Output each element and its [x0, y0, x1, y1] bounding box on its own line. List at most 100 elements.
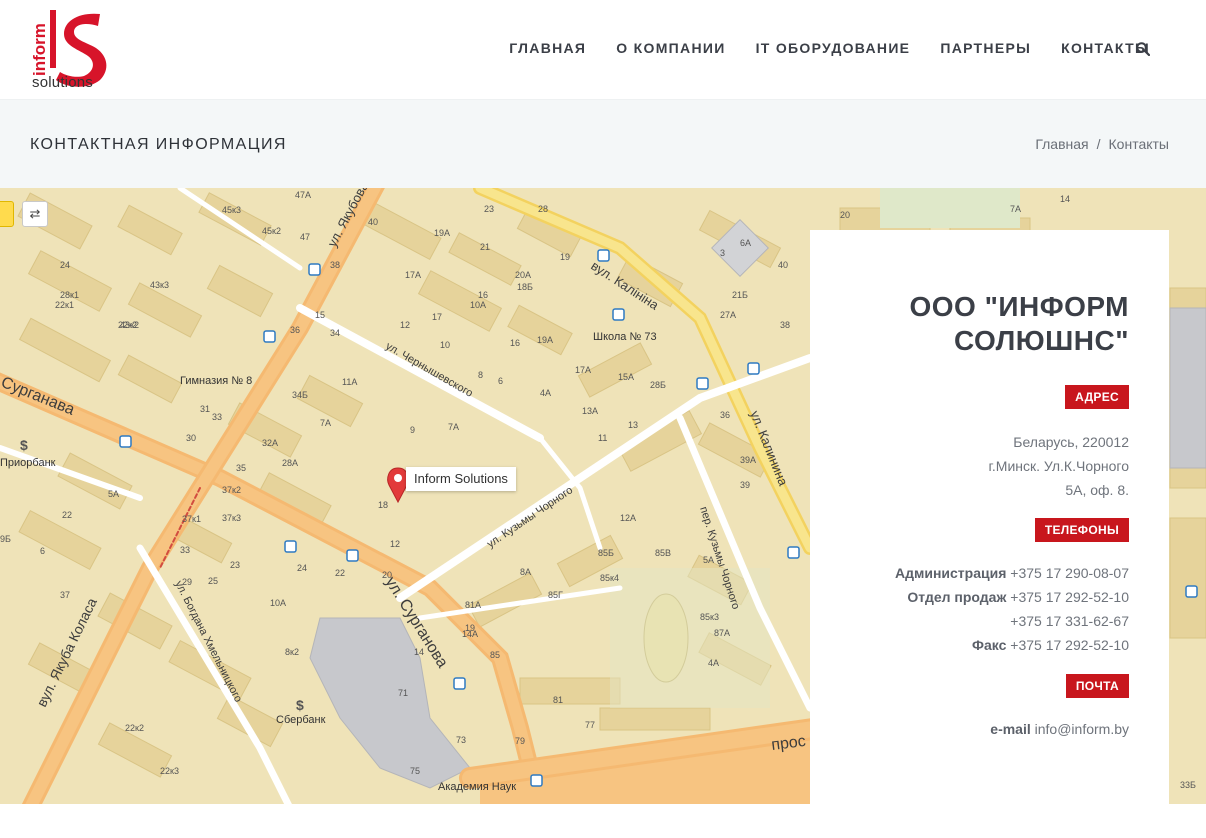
house-number-label: 29 — [182, 577, 192, 587]
house-number-label: 39А — [740, 455, 756, 465]
house-number-label: 22 — [62, 510, 72, 520]
house-number-label: 33 — [180, 545, 190, 555]
house-number-label: 12А — [620, 513, 636, 523]
house-number-label: 28Б — [650, 380, 666, 390]
house-number-label: 9Б — [0, 534, 11, 544]
phone-label: Отдел продаж — [907, 589, 1007, 605]
house-number-label: 3 — [720, 248, 725, 258]
phone-number[interactable]: +375 17 292-52-10 — [1010, 637, 1129, 653]
house-number-label: 6А — [740, 238, 751, 248]
nav-item-partners[interactable]: ПАРТНЕРЫ — [940, 40, 1031, 56]
email-link[interactable]: info@inform.by — [1035, 721, 1129, 737]
house-number-label: 14 — [1060, 194, 1070, 204]
house-number-label: 40 — [368, 217, 378, 227]
house-number-label: 22к1 — [55, 300, 74, 310]
house-number-label: 8 — [478, 370, 483, 380]
poi-label: Сбербанк — [276, 714, 326, 726]
house-number-label: 19А — [537, 335, 553, 345]
main-nav: ГЛАВНАЯ О КОМПАНИИ IT ОБОРУДОВАНИЕ ПАРТН… — [509, 40, 1150, 56]
house-number-label: 73 — [456, 735, 466, 745]
phone-number[interactable]: +375 17 331-62-67 — [1010, 613, 1129, 629]
house-number-label: 33 — [212, 412, 222, 422]
house-number-label: 11 — [598, 433, 607, 443]
poi-label: Академия Наук — [438, 781, 516, 793]
nav-item-about[interactable]: О КОМПАНИИ — [616, 40, 725, 56]
house-number-label: 15А — [618, 372, 634, 382]
company-logo[interactable]: inform solutions — [28, 10, 118, 92]
route-icon[interactable]: ⇄ — [22, 201, 48, 227]
page-title: КОНТАКТНАЯ ИНФОРМАЦИЯ — [30, 136, 287, 153]
svg-text:$: $ — [296, 697, 304, 713]
house-number-label: 47А — [295, 190, 311, 200]
house-number-label: 28 — [538, 204, 548, 214]
house-number-label: 10А — [470, 300, 486, 310]
house-number-label: 17 — [432, 312, 442, 322]
house-number-label: 22 — [335, 568, 345, 578]
breadcrumb-home-link[interactable]: Главная — [1035, 136, 1088, 152]
house-number-label: 12 — [400, 320, 410, 330]
nav-item-it-equipment[interactable]: IT ОБОРУДОВАНИЕ — [756, 40, 911, 56]
logo-inform-text: inform — [30, 23, 49, 76]
house-number-label: 45к2 — [262, 226, 281, 236]
house-number-label: 7А — [320, 418, 331, 428]
house-number-label: 37к2 — [222, 485, 241, 495]
address-line: г.Минск. Ул.К.Чорного — [988, 458, 1129, 474]
map-layer-button[interactable] — [0, 201, 14, 227]
address-line: Беларусь, 220012 — [1013, 434, 1129, 450]
phone-number[interactable]: +375 17 290-08-07 — [1010, 565, 1129, 581]
house-number-label: 28к1 — [60, 290, 79, 300]
house-number-label: 81А — [465, 600, 481, 610]
house-number-label: 77 — [585, 720, 595, 730]
house-number-label: 23 — [484, 204, 494, 214]
house-number-label: 10 — [440, 340, 450, 350]
house-number-label: 20 — [840, 210, 850, 220]
house-number-label: 5А — [108, 489, 119, 499]
house-number-label: 5А — [703, 555, 714, 565]
house-number-label: 85Г — [548, 590, 563, 600]
site-header: inform solutions ГЛАВНАЯ О КОМПАНИИ IT О… — [0, 0, 1206, 99]
house-number-label: 8к2 — [285, 647, 299, 657]
phone-number[interactable]: +375 17 292-52-10 — [1010, 589, 1129, 605]
phone-row-fax: Факс +375 17 292-52-10 — [972, 637, 1129, 653]
house-number-label: 21 — [480, 242, 490, 252]
house-number-label: 17А — [405, 270, 421, 280]
svg-text:$: $ — [20, 437, 28, 453]
house-number-label: 34 — [330, 328, 340, 338]
address-block: Беларусь, 220012 г.Минск. Ул.К.Чорного 5… — [869, 430, 1129, 502]
house-number-label: 87А — [714, 628, 730, 638]
street-label: ул. Чернышевского — [384, 340, 475, 400]
house-number-label: 33Б — [1180, 780, 1196, 790]
map-marker-label: Inform Solutions — [406, 467, 516, 491]
house-number-label: 85В — [655, 548, 671, 558]
house-number-label: 8А — [520, 567, 531, 577]
house-number-label: 25 — [208, 576, 218, 586]
breadcrumb: Главная / Контакты — [1035, 136, 1169, 152]
house-number-label: 19А — [434, 228, 450, 238]
house-number-label: 40 — [778, 260, 788, 270]
house-number-label: 38 — [330, 260, 340, 270]
house-number-label: 38 — [780, 320, 790, 330]
house-number-label: 30 — [186, 433, 196, 443]
house-number-label: 35 — [236, 463, 246, 473]
house-number-label: 37 — [60, 590, 70, 600]
house-number-label: 71 — [398, 688, 408, 698]
search-icon[interactable] — [1136, 42, 1150, 56]
house-number-label: 85 — [490, 650, 500, 660]
nav-item-home[interactable]: ГЛАВНАЯ — [509, 40, 586, 56]
address-tag: АДРЕС — [1065, 385, 1129, 409]
house-number-label: 7А — [1010, 204, 1021, 214]
house-number-label: 18Б — [517, 282, 533, 292]
house-number-label: 39 — [740, 480, 750, 490]
house-number-label: 14 — [414, 647, 424, 657]
poi-label: Школа № 73 — [593, 331, 657, 343]
house-number-label: 36 — [290, 325, 300, 335]
house-number-label: 34Б — [292, 390, 308, 400]
house-number-label: 36 — [720, 410, 730, 420]
email-label: e-mail — [990, 721, 1031, 737]
house-number-label: 22к2 — [125, 723, 144, 733]
house-number-label: 16 — [478, 290, 488, 300]
house-number-label: 28А — [282, 458, 298, 468]
house-number-label: 19 — [560, 252, 570, 262]
house-number-label: 85Б — [598, 548, 614, 558]
house-number-label: 85к3 — [700, 612, 719, 622]
